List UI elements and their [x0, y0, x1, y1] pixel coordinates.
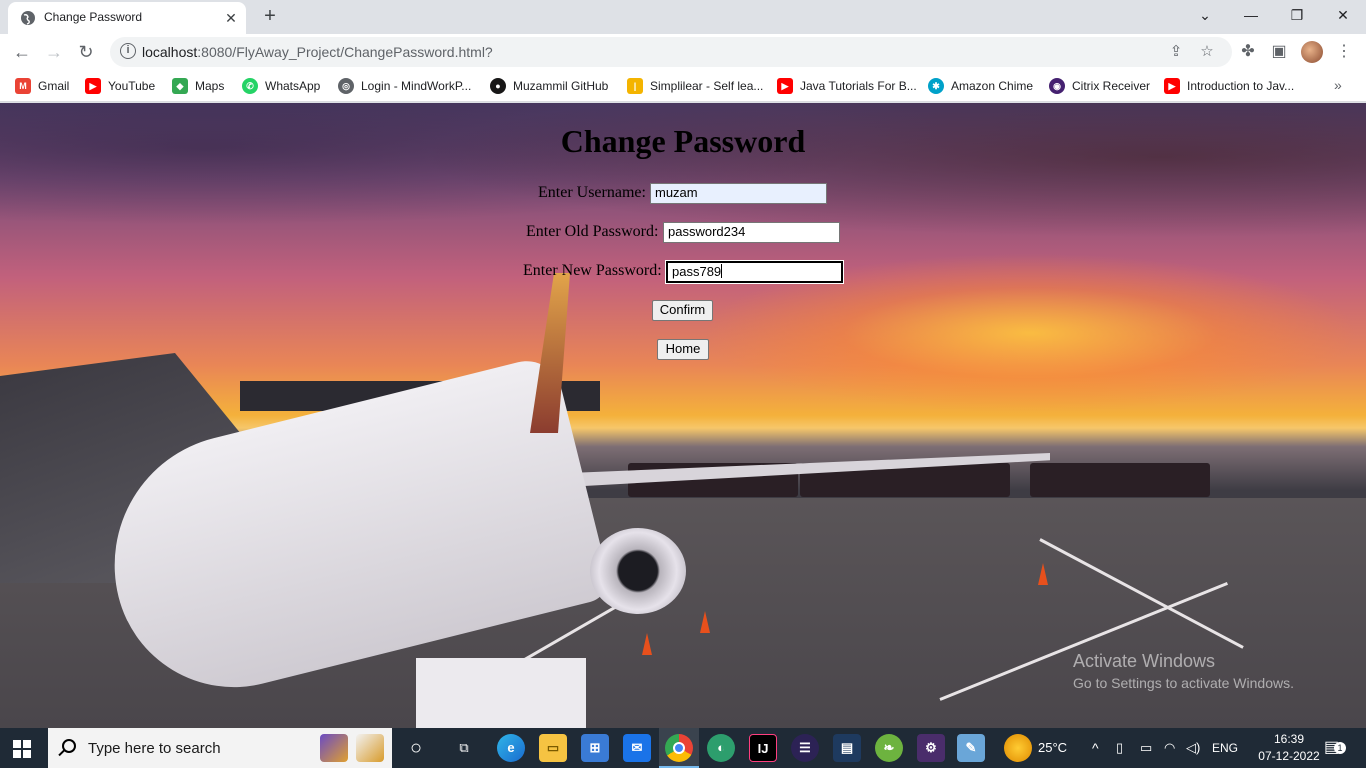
share-icon[interactable]: ⇪ [1165, 41, 1187, 63]
extensions-icon[interactable]: ✤ [1236, 40, 1260, 64]
sts-icon[interactable]: ⚙ [917, 734, 945, 762]
confirm-button[interactable]: Confirm [652, 300, 713, 321]
menu-kebab-icon[interactable]: ⋮ [1332, 40, 1356, 64]
new-password-field[interactable]: pass789 [665, 260, 844, 284]
activate-windows-subtitle: Go to Settings to activate Windows. [1073, 675, 1294, 691]
github-icon: ● [490, 78, 506, 94]
back-arrow-icon[interactable]: ← [8, 38, 36, 66]
notification-icon[interactable]: ▤ 1 [1324, 728, 1346, 768]
bookmarks-bar: M Gmail ▶ YouTube ◆ Maps ✆ WhatsApp ◎ Login -… [0, 70, 1366, 102]
simplilearn-icon: | [627, 78, 643, 94]
url-text: localhost:8080/FlyAway_Project/ChangePas… [142, 44, 493, 60]
tab-change-password[interactable]: Change Password ✕ [8, 2, 246, 34]
youtube-icon: ▶ [777, 78, 793, 94]
bookmark-mindwork-login[interactable]: ◎ Login - MindWorkP... [338, 76, 471, 96]
microsoft-store-icon[interactable]: ⊞ [581, 734, 609, 762]
chime-icon: ✱ [928, 78, 944, 94]
old-password-field[interactable]: password234 [663, 222, 840, 243]
notification-count-badge: 1 [1334, 742, 1346, 754]
site-info-icon[interactable]: i [120, 43, 136, 59]
bookmark-gmail[interactable]: M Gmail [15, 76, 69, 96]
clock-time: 16:39 [1273, 732, 1305, 746]
search-highlight-icon [320, 734, 348, 762]
more-bookmarks-chevron-icon[interactable]: » [1334, 77, 1342, 93]
gmail-icon: M [15, 78, 31, 94]
globe-icon: ◎ [338, 78, 354, 94]
username-label: Enter Username: [538, 184, 646, 201]
browser-toolbar: ← → ↻ i localhost:8080/FlyAway_Project/C… [0, 34, 1366, 70]
bookmark-star-icon[interactable]: ☆ [1196, 41, 1218, 63]
mysql-workbench-icon[interactable]: ▤ [833, 734, 861, 762]
activate-windows-title: Activate Windows [1073, 651, 1216, 671]
old-password-label: Enter Old Password: [526, 223, 659, 240]
wifi-icon[interactable]: ◠ [1164, 728, 1175, 768]
text-caret [721, 264, 723, 278]
bookmark-youtube[interactable]: ▶ YouTube [85, 76, 155, 96]
task-view-icon[interactable]: ⧉ [450, 734, 478, 762]
bookmark-amazon-chime[interactable]: ✱ Amazon Chime [928, 76, 1033, 96]
minimize-button[interactable]: — [1228, 0, 1274, 30]
cortana-icon[interactable]: ○ [402, 734, 430, 762]
tab-title: Change Password [44, 10, 143, 24]
profile-avatar[interactable] [1301, 41, 1323, 63]
restore-button[interactable]: ❐ [1274, 0, 1320, 30]
weather-temperature[interactable]: 25°C [1038, 728, 1067, 768]
globe-icon [21, 11, 35, 25]
file-explorer-icon[interactable]: ▭ [539, 734, 567, 762]
address-bar[interactable]: i localhost:8080/FlyAway_Project/ChangeP… [110, 37, 1232, 67]
youtube-icon: ▶ [1164, 78, 1180, 94]
bookmark-intro-java[interactable]: ▶ Introduction to Jav... [1164, 76, 1294, 96]
device-icon[interactable]: ▯ [1116, 728, 1123, 768]
edge-icon[interactable]: e [497, 734, 525, 762]
mail-icon[interactable]: ✉ [623, 734, 651, 762]
bookmark-java-tutorials[interactable]: ▶ Java Tutorials For B... [777, 76, 917, 96]
windows-taskbar: Type here to search ○ ⧉ e ▭ ⊞ ✉ ◐ IJ ☰ ▤… [0, 728, 1366, 768]
username-field[interactable]: muzam [650, 183, 827, 204]
taskbar-search-placeholder: Type here to search [88, 740, 221, 757]
weather-sun-icon[interactable] [1004, 734, 1032, 762]
bookmark-maps[interactable]: ◆ Maps [172, 76, 224, 96]
clock[interactable]: 16:39 07-12-2022 [1256, 731, 1322, 765]
eclipse-icon[interactable]: ☰ [791, 734, 819, 762]
volume-icon[interactable]: ◁) [1186, 728, 1200, 768]
spring-tool-icon[interactable]: ❧ [875, 734, 903, 762]
page-content: Change Password Enter Username: muzam En… [0, 103, 1366, 728]
forward-arrow-icon[interactable]: → [40, 38, 68, 66]
clock-date: 07-12-2022 [1258, 749, 1320, 763]
maps-icon: ◆ [172, 78, 188, 94]
browser-titlebar: Change Password ✕ + ⌄ — ❐ ✕ [0, 0, 1366, 34]
language-indicator[interactable]: ENG [1212, 728, 1238, 768]
intellij-icon[interactable]: IJ [749, 734, 777, 762]
search-icon [62, 739, 76, 753]
chrome-icon[interactable] [665, 734, 693, 762]
bookmark-whatsapp[interactable]: ✆ WhatsApp [242, 76, 320, 96]
whatsapp-icon: ✆ [242, 78, 258, 94]
youtube-icon: ▶ [85, 78, 101, 94]
change-password-form: Change Password Enter Username: muzam En… [0, 103, 1366, 728]
tab-search-icon[interactable]: ⌄ [1182, 0, 1228, 30]
chevron-up-icon[interactable]: ^ [1092, 728, 1099, 768]
bookmark-github[interactable]: ● Muzammil GitHub [490, 76, 608, 96]
page-title: Change Password [560, 123, 806, 159]
app-icon[interactable]: ◐ [707, 734, 735, 762]
citrix-icon: ◉ [1049, 78, 1065, 94]
new-password-label: Enter New Password: [523, 262, 662, 279]
search-highlight-icon [356, 734, 384, 762]
battery-icon[interactable]: ▭ [1140, 728, 1152, 768]
bookmark-citrix[interactable]: ◉ Citrix Receiver [1049, 76, 1150, 96]
side-panel-icon[interactable]: ▣ [1267, 40, 1291, 64]
taskbar-search-box[interactable]: Type here to search [48, 728, 392, 768]
reload-icon[interactable]: ↻ [72, 38, 100, 66]
close-tab-icon[interactable]: ✕ [220, 7, 242, 29]
windows-start-icon[interactable] [13, 740, 31, 758]
bookmark-simplilearn[interactable]: | Simplilear - Self lea... [627, 76, 763, 96]
new-tab-button[interactable]: + [258, 4, 282, 28]
home-button[interactable]: Home [657, 339, 709, 360]
notepad-icon[interactable]: ✎ [957, 734, 985, 762]
close-window-button[interactable]: ✕ [1320, 0, 1366, 30]
activate-windows-watermark: Activate Windows Go to Settings to activ… [1073, 651, 1294, 691]
